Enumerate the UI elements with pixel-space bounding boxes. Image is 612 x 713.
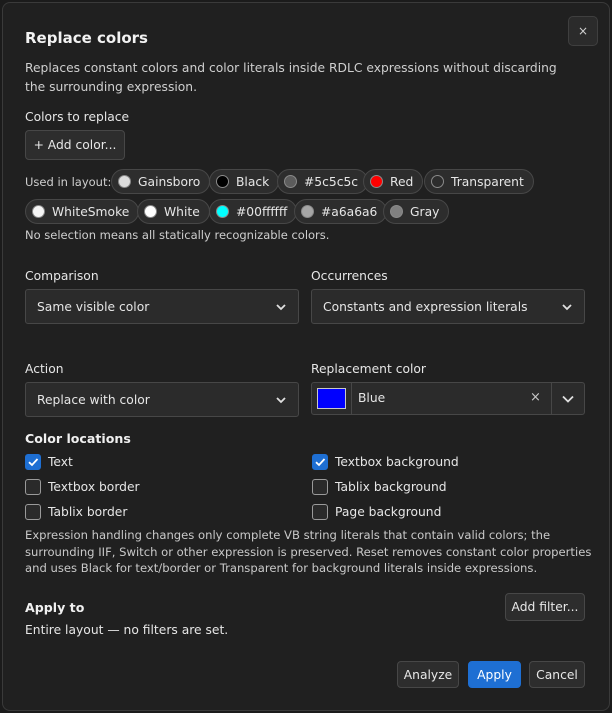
color-chip-black[interactable]: Black	[209, 169, 280, 194]
color-chip-transparent[interactable]: Transparent	[424, 169, 534, 194]
close-button[interactable]: ×	[568, 16, 598, 46]
add-color-button[interactable]: + Add color...	[25, 130, 125, 160]
color-chip-label: WhiteSmoke	[52, 204, 130, 219]
checkbox-label: Page background	[335, 505, 442, 519]
color-swatch-icon	[216, 205, 229, 218]
occurrences-label: Occurrences	[311, 269, 388, 283]
checkbox-textbox-border[interactable]: Textbox border	[25, 479, 140, 495]
apply-to-status: Entire layout — no filters are set.	[25, 623, 229, 637]
occurrences-value: Constants and expression literals	[323, 299, 528, 314]
color-chip-gainsboro[interactable]: Gainsboro	[111, 169, 211, 194]
clear-icon[interactable]: ×	[530, 390, 541, 405]
color-chip-red[interactable]: Red	[363, 169, 424, 194]
color-chip-white[interactable]: White	[137, 199, 210, 224]
color-swatch-icon	[390, 205, 403, 218]
color-chip-label: Gray	[410, 204, 440, 219]
checkbox-label: Tablix border	[48, 505, 128, 519]
colors-to-replace-label: Colors to replace	[25, 110, 130, 124]
checkbox-label: Textbox background	[335, 455, 459, 469]
color-swatch-icon	[301, 205, 314, 218]
color-chip-label: #00ffffff	[236, 204, 288, 219]
checkbox-label: Textbox border	[48, 480, 140, 494]
checkbox-unchecked-icon	[312, 479, 328, 495]
chevron-down-icon	[276, 396, 286, 403]
color-swatch-icon	[431, 175, 444, 188]
color-chip-a6a6a6[interactable]: #a6a6a6	[294, 199, 388, 224]
color-chip-whitesmoke[interactable]: WhiteSmoke	[25, 199, 140, 224]
replace-colors-dialog: × Replace colors Replaces constant color…	[2, 2, 610, 711]
color-swatch-icon	[32, 205, 45, 218]
checkbox-unchecked-icon	[25, 479, 41, 495]
color-chip-5c5c5c[interactable]: #5c5c5c	[277, 169, 369, 194]
apply-button[interactable]: Apply	[468, 661, 521, 688]
chevron-down-icon	[562, 303, 572, 310]
color-chip-label: Gainsboro	[138, 174, 201, 189]
chevron-down-icon	[276, 303, 286, 310]
color-swatch-icon	[370, 175, 383, 188]
color-swatch-icon	[216, 175, 229, 188]
dialog-description: Replaces constant colors and color liter…	[25, 61, 557, 94]
dialog-title: Replace colors	[25, 29, 148, 47]
replacement-color-swatch[interactable]	[317, 388, 346, 409]
color-chip-label: #5c5c5c	[304, 174, 359, 189]
color-chip-gray[interactable]: Gray	[383, 199, 450, 224]
checkbox-tablix-border[interactable]: Tablix border	[25, 504, 127, 520]
action-value: Replace with color	[37, 392, 150, 407]
add-filter-button[interactable]: Add filter...	[505, 593, 585, 621]
color-chip-label: #a6a6a6	[321, 204, 378, 219]
checkbox-tablix-background[interactable]: Tablix background	[312, 479, 447, 495]
analyze-button[interactable]: Analyze	[397, 661, 459, 688]
colors-hint: No selection means all statically recogn…	[25, 228, 330, 242]
comparison-select[interactable]: Same visible color	[25, 289, 299, 324]
color-swatch-icon	[118, 175, 131, 188]
color-swatch-icon	[284, 175, 297, 188]
replacement-color-dropdown[interactable]	[552, 383, 584, 414]
checkbox-text[interactable]: Text	[25, 454, 73, 470]
checkbox-label: Tablix background	[335, 480, 447, 494]
checkbox-checked-icon	[25, 454, 41, 470]
replacement-color-value[interactable]: Blue	[358, 391, 385, 405]
comparison-value: Same visible color	[37, 299, 150, 314]
divider	[351, 383, 352, 414]
color-chip-00ffffff[interactable]: #00ffffff	[209, 199, 298, 224]
color-chip-label: Transparent	[451, 174, 524, 189]
checkbox-page-background[interactable]: Page background	[312, 504, 441, 520]
color-chip-label: Red	[390, 174, 414, 189]
replacement-color-label: Replacement color	[311, 362, 426, 376]
action-select[interactable]: Replace with color	[25, 382, 299, 417]
checkbox-unchecked-icon	[25, 504, 41, 520]
color-chip-label: Black	[236, 174, 270, 189]
close-icon: ×	[577, 24, 589, 38]
occurrences-select[interactable]: Constants and expression literals	[311, 289, 585, 324]
comparison-label: Comparison	[25, 269, 99, 283]
checkbox-unchecked-icon	[312, 504, 328, 520]
color-chip-label: White	[164, 204, 200, 219]
apply-to-heading: Apply to	[25, 600, 85, 615]
color-swatch-icon	[144, 205, 157, 218]
chevron-down-icon	[562, 395, 574, 403]
color-locations-heading: Color locations	[25, 431, 131, 446]
cancel-button[interactable]: Cancel	[529, 661, 585, 688]
used-in-layout-label: Used in layout:	[25, 175, 112, 189]
checkbox-label: Text	[48, 455, 73, 469]
action-label: Action	[25, 362, 64, 376]
checkbox-textbox-background[interactable]: Textbox background	[312, 454, 459, 470]
expression-handling-note: Expression handling changes only complet…	[25, 528, 592, 575]
replacement-color-picker: Blue ×	[311, 382, 585, 415]
checkbox-checked-icon	[312, 454, 328, 470]
